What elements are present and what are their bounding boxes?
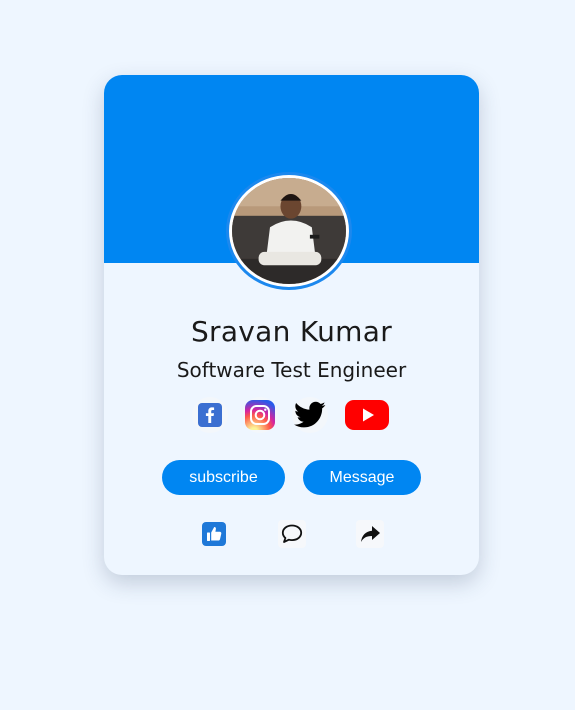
profile-name: Sravan Kumar [190, 315, 393, 348]
twitter-icon[interactable] [291, 397, 328, 433]
avatar-photo [232, 178, 346, 284]
avatar[interactable] [226, 172, 352, 290]
profile-actions: subscribe Message [104, 460, 479, 495]
comment-icon[interactable] [278, 520, 306, 548]
profile-role: Software Test Engineer [176, 358, 407, 382]
profile-card: Sravan Kumar Software Test Engineer subs… [104, 75, 479, 575]
instagram-icon[interactable] [241, 397, 278, 433]
subscribe-button[interactable]: subscribe [162, 460, 285, 495]
facebook-icon[interactable] [191, 397, 228, 433]
social-links [104, 397, 479, 433]
message-button[interactable]: Message [303, 460, 421, 495]
share-icon[interactable] [356, 520, 384, 548]
thumbs-up-icon[interactable] [200, 520, 228, 548]
youtube-icon[interactable] [342, 397, 392, 433]
